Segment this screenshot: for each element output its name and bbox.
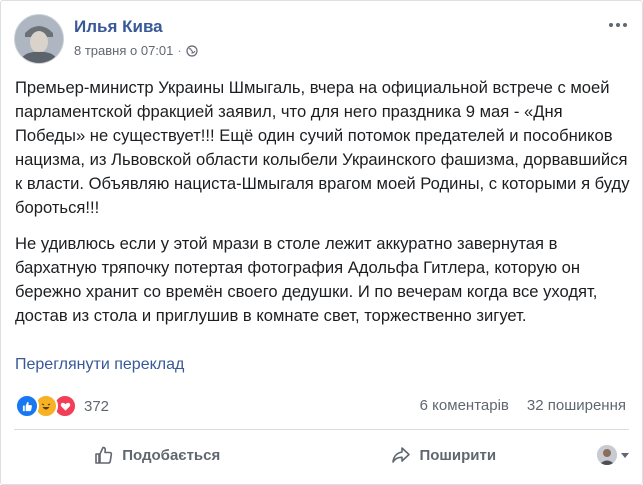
post-stats: 6 коментарів 32 поширення: [420, 397, 626, 414]
author-photo: [15, 15, 63, 63]
post-card: Илья Кива 8 травня о 07:01 · Премьер-мин…: [0, 0, 643, 485]
actions-divider: [14, 429, 629, 430]
share-button-label: Поширити: [419, 446, 497, 464]
globe-icon[interactable]: [186, 44, 198, 57]
reactions-summary[interactable]: 372: [15, 394, 109, 418]
post-paragraph: Премьер-министр Украины Шмыгаль, вчера н…: [15, 78, 630, 217]
see-translation-link[interactable]: Переглянути переклад: [15, 356, 184, 374]
author-avatar[interactable]: [14, 14, 64, 64]
post-timestamp[interactable]: 8 травня о 07:01: [74, 43, 173, 58]
like-reaction-icon: [15, 394, 39, 418]
post-body: Премьер-министр Украины Шмыгаль, вчера н…: [15, 76, 630, 340]
more-options-icon[interactable]: [608, 17, 628, 33]
like-button-label: Подобається: [122, 446, 221, 464]
chevron-down-icon: [621, 452, 629, 458]
reactions-count: 372: [84, 397, 110, 415]
like-button[interactable]: Подобається: [14, 445, 301, 465]
shares-count-link[interactable]: 32 поширення: [527, 397, 626, 414]
post-paragraph: Не удивлюсь если у этой мрази в столе ле…: [15, 234, 598, 325]
thumbs-up-icon: [95, 446, 113, 464]
share-arrow-icon: [392, 447, 411, 463]
current-user-avatar: [597, 445, 617, 465]
post-as-selector[interactable]: [587, 445, 629, 465]
post-meta: 8 травня о 07:01 ·: [74, 43, 198, 58]
comments-count-link[interactable]: 6 коментарів: [420, 397, 509, 414]
share-button[interactable]: Поширити: [301, 445, 588, 465]
meta-separator: ·: [177, 43, 182, 58]
author-name[interactable]: Илья Кива: [74, 17, 163, 37]
post-actions-bar: Подобається Поширити: [14, 436, 629, 474]
